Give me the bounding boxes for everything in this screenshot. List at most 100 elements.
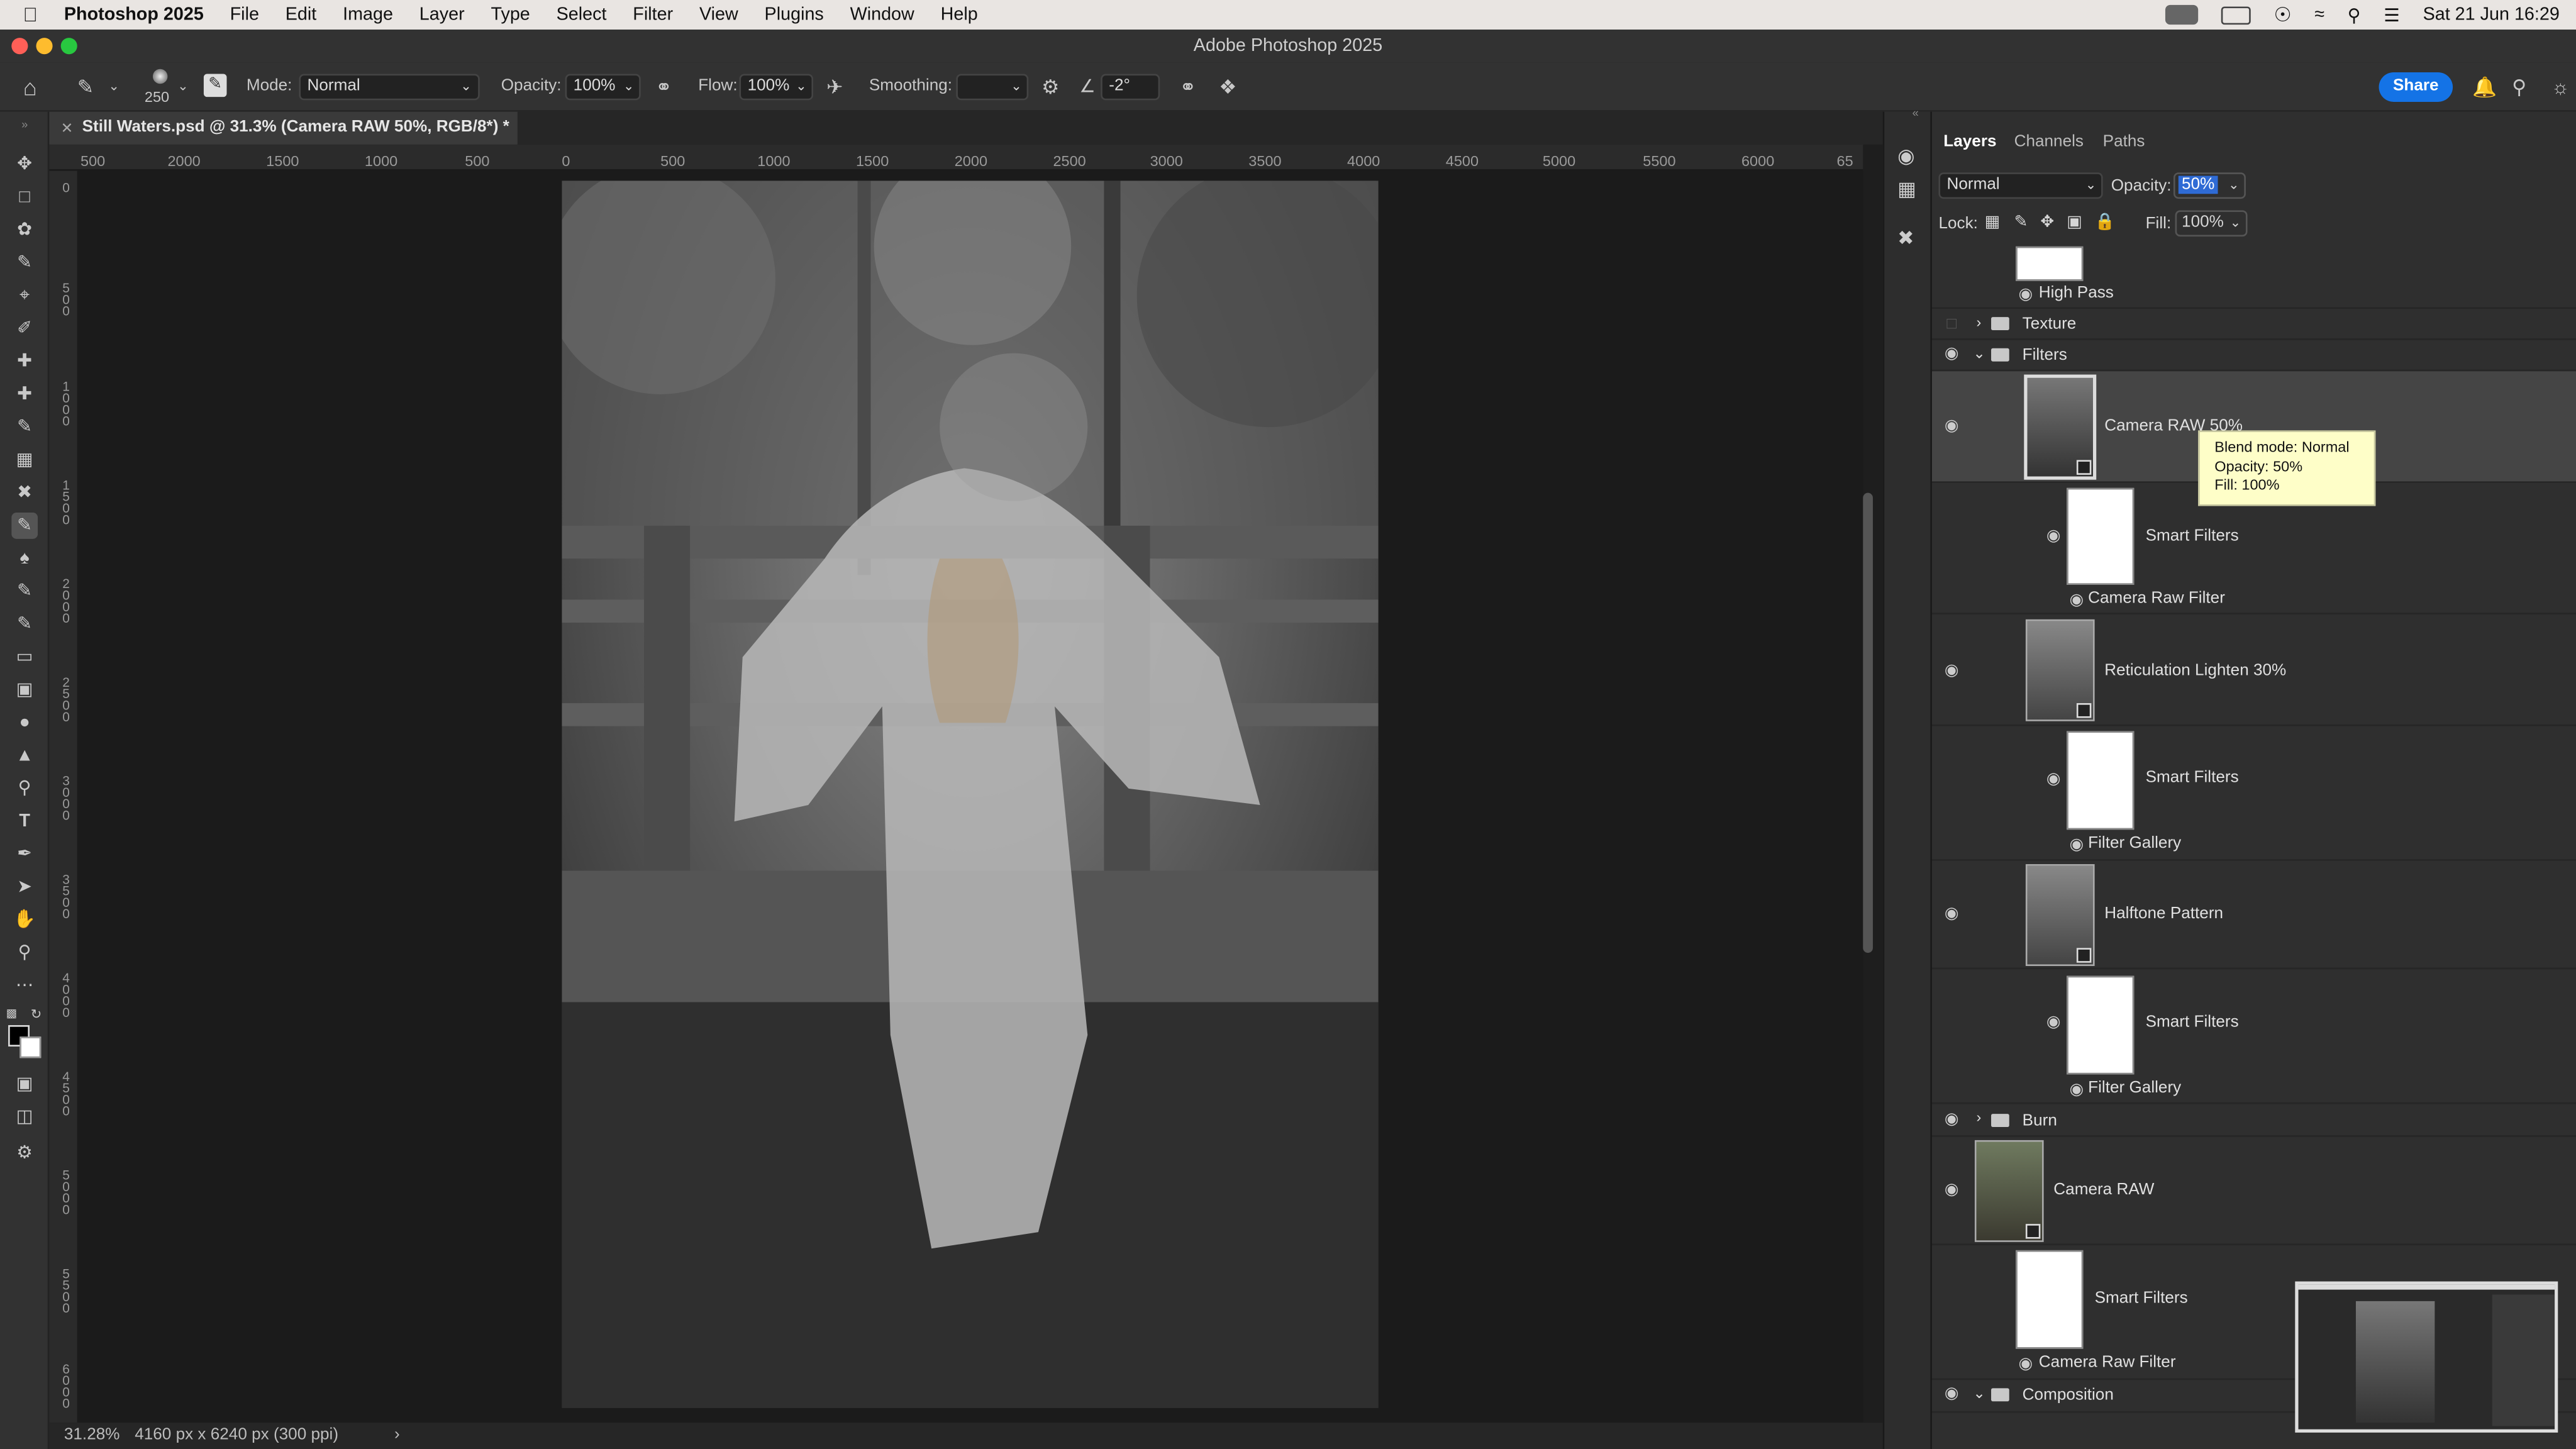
object-selection-tool-icon[interactable]: ✎ — [11, 250, 38, 276]
menu-image[interactable]: Image — [330, 0, 406, 30]
crop-tool-icon[interactable]: ⌖ — [11, 282, 38, 309]
remove-tool-icon[interactable]: ✖ — [11, 480, 38, 506]
filter-visibility-icon[interactable]: ◉ — [2067, 837, 2086, 854]
clone-stamp-tool-icon[interactable]: ♠ — [11, 545, 38, 572]
hand-tool-icon[interactable]: ✋ — [11, 907, 38, 933]
layer-opacity-field[interactable]: 50% ⌄ — [2174, 172, 2246, 199]
menu-extra-icon[interactable] — [2165, 4, 2199, 25]
home-icon[interactable]: ⌂ — [23, 62, 37, 111]
eraser-tool-icon[interactable]: ▭ — [11, 644, 38, 670]
lasso-tool-icon[interactable]: ✿ — [11, 217, 38, 243]
smoothing-settings-gear-icon[interactable]: ⚙ — [1041, 62, 1059, 111]
tab-layers[interactable]: Layers — [1943, 125, 1996, 161]
tool-preset-chevron-icon[interactable]: ⌄ — [108, 62, 119, 111]
default-colors-icon[interactable]: ▩ — [5, 1002, 18, 1020]
visibility-eye-icon[interactable]: ◉ — [1942, 418, 1962, 435]
layer-camera-raw[interactable]: ◉ Camera RAW — [1932, 1137, 2576, 1246]
airbrush-icon[interactable]: ✈ — [826, 62, 843, 111]
filter-visibility-icon[interactable]: ◉ — [2067, 1082, 2086, 1099]
dodge-tool-icon[interactable]: ▲ — [11, 743, 38, 769]
creative-cloud-icon[interactable]: ☉ — [2274, 3, 2292, 26]
brush-settings-icon[interactable]: ✎ — [203, 74, 227, 97]
gradient-tool-icon[interactable]: ▣ — [11, 677, 38, 703]
burn-tool-icon[interactable]: ⚲ — [11, 775, 38, 802]
smoothing-field[interactable]: ⌄ — [956, 74, 1029, 101]
pen-tool-icon[interactable]: ✒ — [11, 841, 38, 867]
document-image[interactable] — [562, 180, 1379, 1408]
navigator-panel-icon[interactable]: ◉ — [1897, 145, 1914, 168]
blur-tool-icon[interactable]: ● — [11, 709, 38, 736]
collapse-chevron-icon[interactable]: ⌄ — [1973, 345, 1985, 364]
histogram-panel-icon[interactable]: ▦ — [1897, 177, 1916, 201]
type-tool-icon[interactable]: T — [11, 808, 38, 835]
apple-icon[interactable]:  — [0, 0, 51, 30]
menu-window[interactable]: Window — [837, 0, 928, 30]
properties-panel-icon[interactable]: ✖ — [1897, 226, 1914, 250]
vertical-ruler[interactable]: 0 5 0 0 1 0 0 0 1 5 0 0 2 0 0 0 2 5 0 0 … — [49, 170, 77, 1423]
group-filters[interactable]: ◉ ⌄ Filters — [1932, 340, 2576, 372]
spotlight-search-icon[interactable]: ⚲ — [2348, 4, 2361, 25]
expand-chevron-icon[interactable]: › — [1977, 1109, 1982, 1125]
menu-filter[interactable]: Filter — [619, 0, 686, 30]
menu-app-name[interactable]: Photoshop 2025 — [51, 0, 217, 30]
collapse-panels-icon[interactable]: « — [1913, 108, 1919, 119]
menu-layer[interactable]: Layer — [406, 0, 478, 30]
tab-channels[interactable]: Channels — [2014, 125, 2084, 161]
quick-mask-icon[interactable]: ▣ — [11, 1071, 38, 1097]
visibility-eye-icon[interactable]: ◉ — [2044, 771, 2063, 789]
menu-type[interactable]: Type — [478, 0, 543, 30]
brush-opacity-field[interactable]: 100% ⌄ — [565, 74, 641, 101]
filter-visibility-icon[interactable]: ◉ — [2067, 592, 2086, 609]
control-center-icon[interactable]: ☰ — [2384, 4, 2400, 25]
lock-transparent-icon[interactable]: ▦ — [1985, 214, 2001, 232]
menu-plugins[interactable]: Plugins — [752, 0, 837, 30]
menu-view[interactable]: View — [686, 0, 752, 30]
zoom-level[interactable]: 31.28% — [64, 1423, 120, 1449]
wifi-icon[interactable]: ≈ — [2314, 5, 2324, 25]
visibility-eye-icon[interactable]: ◉ — [1942, 906, 1962, 923]
visibility-eye-icon[interactable]: ◉ — [1942, 1385, 1962, 1403]
flow-field[interactable]: 100% ⌄ — [739, 74, 814, 101]
more-tools-icon[interactable]: ⋯ — [11, 972, 38, 999]
visibility-eye-icon[interactable]: ◉ — [1942, 346, 1962, 363]
lock-pixels-icon[interactable]: ✎ — [2014, 214, 2028, 232]
group-burn[interactable]: ◉ › Burn — [1932, 1104, 2576, 1137]
notifications-bell-icon[interactable]: 🔔 — [2472, 62, 2497, 111]
move-tool-icon[interactable]: ✥ — [11, 151, 38, 177]
layer-halftone-pattern[interactable]: ◉ Halftone Pattern — [1932, 861, 2576, 970]
menu-clock[interactable]: Sat 21 Jun 16:29 — [2423, 5, 2560, 25]
history-brush-tool-icon[interactable]: ✎ — [11, 579, 38, 605]
spot-healing-tool-icon[interactable]: ✚ — [11, 348, 38, 375]
zoom-tool-icon[interactable]: ⚲ — [11, 940, 38, 966]
group-texture[interactable]: □ › Texture — [1932, 309, 2576, 340]
eyedropper-tool-icon[interactable]: ✐ — [11, 316, 38, 342]
background-color-swatch[interactable] — [19, 1036, 42, 1058]
visibility-eye-icon[interactable]: ◉ — [1942, 1182, 1962, 1199]
discover-lightbulb-icon[interactable]: ☼ — [2551, 62, 2570, 111]
visibility-eye-icon[interactable]: ◉ — [2044, 528, 2063, 545]
content-aware-move-icon[interactable]: ▦ — [11, 447, 38, 474]
symmetry-icon[interactable]: ❖ — [1219, 62, 1236, 111]
status-chevron-icon[interactable]: › — [394, 1423, 400, 1449]
vertical-scrollbar[interactable] — [1863, 492, 1873, 953]
visibility-eye-icon[interactable]: ◉ — [1942, 663, 1962, 680]
menu-select[interactable]: Select — [543, 0, 620, 30]
layer-blend-mode-dropdown[interactable]: Normal ⌄ — [1938, 172, 2103, 199]
zoom-window-button[interactable] — [60, 38, 77, 55]
fill-field[interactable]: 100% ⌄ — [2175, 210, 2248, 237]
mode-dropdown[interactable]: Normal ⌄ — [299, 74, 480, 101]
layer-reticulation[interactable]: ◉ Reticulation Lighten 30% — [1932, 614, 2576, 726]
path-selection-tool-icon[interactable]: ➤ — [11, 874, 38, 901]
healing-brush-tool-icon[interactable]: ✚ — [11, 381, 38, 408]
marquee-tool-icon[interactable]: □ — [11, 184, 38, 211]
mixer-brush-tool-icon[interactable]: ✎ — [11, 611, 38, 638]
visibility-eye-icon[interactable]: ◉ — [2044, 1014, 2063, 1031]
pressure-size-icon[interactable]: ⚭ — [1180, 62, 1196, 111]
display-icon[interactable] — [2221, 6, 2251, 24]
smart-filters-row[interactable]: ◉ Smart Filters ◉ Filter Gallery — [1932, 969, 2576, 1104]
menu-file[interactable]: File — [217, 0, 272, 30]
document-tab[interactable]: ✕ Still Waters.psd @ 31.3% (Camera RAW 5… — [49, 111, 518, 145]
horizontal-ruler[interactable]: 500 2000 1500 1000 500 0 500 1000 1500 2… — [49, 144, 1863, 171]
menu-edit[interactable]: Edit — [272, 0, 330, 30]
screen-mode-icon[interactable]: ◫ — [11, 1104, 38, 1130]
